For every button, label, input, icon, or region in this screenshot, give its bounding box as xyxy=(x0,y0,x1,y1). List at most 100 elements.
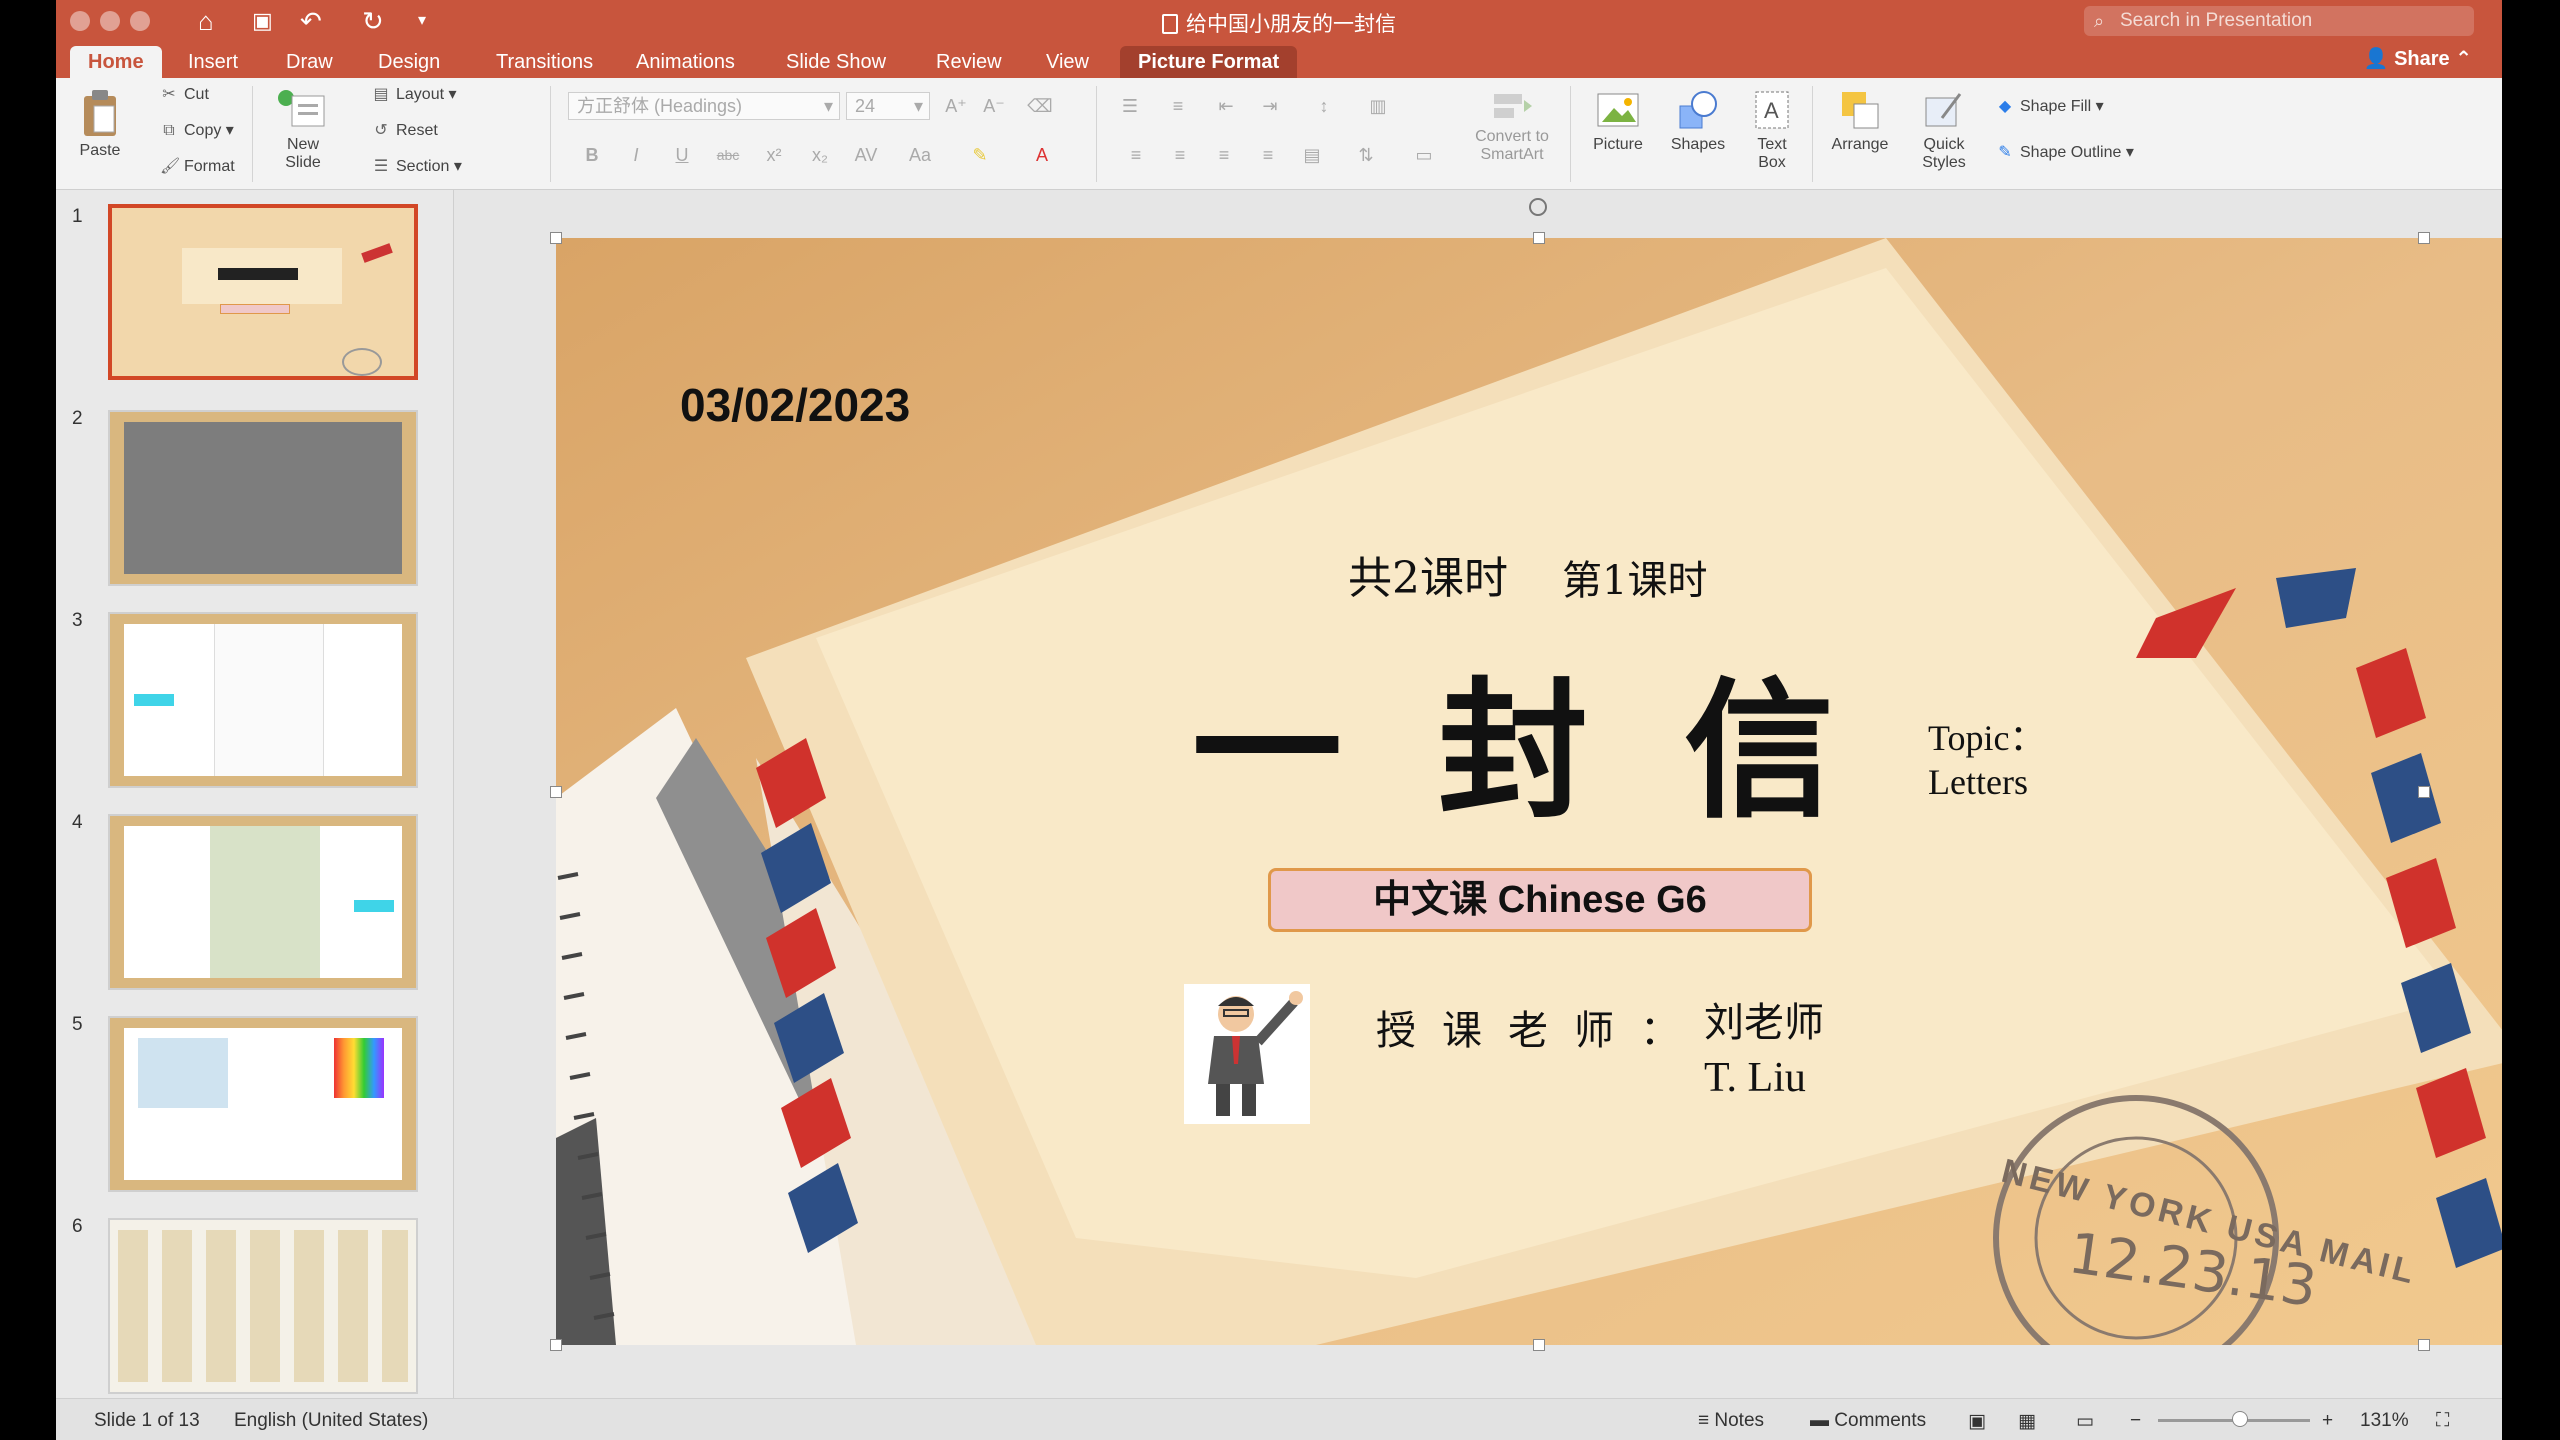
slide[interactable]: 03/02/2023 共2课时 第1课时 一封信 Topic： Letters 中… xyxy=(556,238,2502,1345)
tab-animations[interactable]: Animations xyxy=(618,46,753,78)
increase-indent-icon[interactable]: ⇥ xyxy=(1252,92,1288,120)
slide-thumbnail[interactable] xyxy=(108,410,418,586)
align-text-icon[interactable]: ▭ xyxy=(1406,141,1442,169)
slide-thumbnail[interactable] xyxy=(108,1218,418,1394)
resize-handle[interactable] xyxy=(1533,1339,1545,1351)
resize-handle[interactable] xyxy=(550,786,562,798)
clipboard-icon xyxy=(84,90,116,136)
resize-handle[interactable] xyxy=(2418,232,2430,244)
cut-button[interactable]: ✂ Cut xyxy=(160,84,209,106)
topic-label: Topic： xyxy=(1928,718,2046,758)
increase-font-icon[interactable]: A⁺ xyxy=(938,92,974,120)
new-slide-button[interactable]: New Slide xyxy=(268,88,338,172)
shape-outline-button[interactable]: ✎ Shape Outline ▾ xyxy=(1996,142,2134,164)
resize-handle[interactable] xyxy=(550,232,562,244)
subscript-button[interactable]: x₂ xyxy=(802,141,838,169)
text-direction-icon[interactable]: ⇅ xyxy=(1348,141,1384,169)
tab-design[interactable]: Design xyxy=(360,46,458,78)
resize-handle[interactable] xyxy=(1533,232,1545,244)
rotate-handle[interactable] xyxy=(1529,198,1547,216)
section-icon: ☰ xyxy=(373,158,389,175)
layout-label: Layout xyxy=(396,86,445,103)
layout-button[interactable]: ▤ Layout ▾ xyxy=(372,84,456,106)
slide-thumbnail[interactable] xyxy=(108,1016,418,1192)
tab-review[interactable]: Review xyxy=(918,46,1020,78)
numbering-icon[interactable]: ≡ xyxy=(1160,92,1196,120)
zoom-out-button[interactable]: − xyxy=(2130,1410,2141,1432)
slide-title: 一封信 xyxy=(1192,663,1931,839)
slide-thumbnail[interactable] xyxy=(108,204,418,380)
tab-insert[interactable]: Insert xyxy=(170,46,256,78)
italic-button[interactable]: I xyxy=(618,141,654,169)
slide-sorter-icon[interactable]: ▦ xyxy=(2018,1410,2036,1433)
quick-styles-button[interactable]: Quick Styles xyxy=(1908,88,1980,172)
format-painter-button[interactable]: 🖌 Format xyxy=(160,156,235,178)
zoom-in-button[interactable]: + xyxy=(2322,1410,2333,1432)
notes-button[interactable]: ≡ Notes xyxy=(1698,1410,1764,1432)
slide-thumbnail[interactable] xyxy=(108,814,418,990)
underline-button[interactable]: U xyxy=(664,141,700,169)
zoom-slider-thumb[interactable] xyxy=(2232,1411,2248,1427)
zoom-level[interactable]: 131% xyxy=(2360,1410,2409,1432)
bullets-icon[interactable]: ☰ xyxy=(1112,92,1148,120)
resize-handle[interactable] xyxy=(550,1339,562,1351)
tab-view[interactable]: View xyxy=(1028,46,1107,78)
paste-button[interactable]: Paste xyxy=(70,88,130,160)
copy-button[interactable]: ⧉ Copy ▾ xyxy=(160,120,234,142)
tab-draw[interactable]: Draw xyxy=(268,46,351,78)
lesson-current: 第1课时 xyxy=(1562,558,1708,604)
clear-formatting-icon[interactable]: ⌫ xyxy=(1022,92,1058,120)
reading-view-icon[interactable]: ▭ xyxy=(2076,1410,2094,1433)
decrease-font-icon[interactable]: A⁻ xyxy=(976,92,1012,120)
convert-smartart-button[interactable]: Convert to SmartArt xyxy=(1462,88,1562,164)
arrange-button[interactable]: Arrange xyxy=(1820,88,1900,154)
section-button[interactable]: ☰ Section ▾ xyxy=(372,156,462,178)
tab-transitions[interactable]: Transitions xyxy=(478,46,611,78)
columns-icon[interactable]: ▥ xyxy=(1360,92,1396,120)
align-center-icon[interactable]: ≡ xyxy=(1162,141,1198,169)
quick-styles-icon xyxy=(1925,93,1962,127)
fit-to-window-icon[interactable]: ⛶ xyxy=(2436,1410,2449,1432)
font-name-dropdown[interactable]: 方正舒体 (Headings) ▾ xyxy=(568,92,840,120)
language-indicator[interactable]: English (United States) xyxy=(234,1410,428,1432)
smartart-icon xyxy=(1494,94,1532,118)
font-size-dropdown[interactable]: 24 ▾ xyxy=(846,92,930,120)
chevron-down-icon: ▾ xyxy=(823,96,833,116)
normal-view-icon[interactable]: ▣ xyxy=(1968,1410,1986,1433)
bold-button[interactable]: B xyxy=(574,141,610,169)
search-input[interactable]: ⌕ Search in Presentation xyxy=(2084,6,2474,36)
align-left-icon[interactable]: ≡ xyxy=(1118,141,1154,169)
resize-handle[interactable] xyxy=(2418,1339,2430,1351)
highlight-icon[interactable]: ✎ xyxy=(962,141,998,169)
decrease-indent-icon[interactable]: ⇤ xyxy=(1208,92,1244,120)
resize-handle[interactable] xyxy=(2418,786,2430,798)
text-box-label-1: Text xyxy=(1757,136,1787,153)
distributed-icon[interactable]: ▤ xyxy=(1294,141,1330,169)
new-slide-label-2: Slide xyxy=(285,154,321,171)
text-box-button[interactable]: A Text Box xyxy=(1742,88,1802,172)
comments-button[interactable]: ▬ Comments xyxy=(1810,1410,1926,1432)
picture-label: Picture xyxy=(1593,136,1643,153)
reset-button[interactable]: ↺ Reset xyxy=(372,120,438,142)
line-spacing-icon[interactable]: ↕ xyxy=(1306,92,1342,120)
picture-button[interactable]: Picture xyxy=(1582,88,1654,154)
topic-text: Topic： Letters xyxy=(1928,716,2045,804)
tab-home[interactable]: Home xyxy=(70,46,162,78)
character-spacing-icon[interactable]: AV xyxy=(848,141,884,169)
tab-slide-show[interactable]: Slide Show xyxy=(768,46,904,78)
superscript-button[interactable]: x² xyxy=(756,141,792,169)
justify-icon[interactable]: ≡ xyxy=(1250,141,1286,169)
shapes-icon xyxy=(1679,91,1717,129)
share-button[interactable]: 👤 Share ⌃ xyxy=(2364,46,2472,71)
divider xyxy=(1812,86,1813,182)
font-color-icon[interactable]: A xyxy=(1024,141,1060,169)
collapse-ribbon-icon[interactable]: ⌃ xyxy=(2455,48,2472,70)
tab-picture-format[interactable]: Picture Format xyxy=(1120,46,1298,78)
shape-fill-button[interactable]: ◆ Shape Fill ▾ xyxy=(1996,96,2104,118)
shapes-button[interactable]: Shapes xyxy=(1662,88,1734,154)
strikethrough-button[interactable]: abc xyxy=(710,141,746,169)
change-case-icon[interactable]: Aa xyxy=(902,141,938,169)
align-right-icon[interactable]: ≡ xyxy=(1206,141,1242,169)
reset-label: Reset xyxy=(396,122,438,139)
slide-thumbnail[interactable] xyxy=(108,612,418,788)
